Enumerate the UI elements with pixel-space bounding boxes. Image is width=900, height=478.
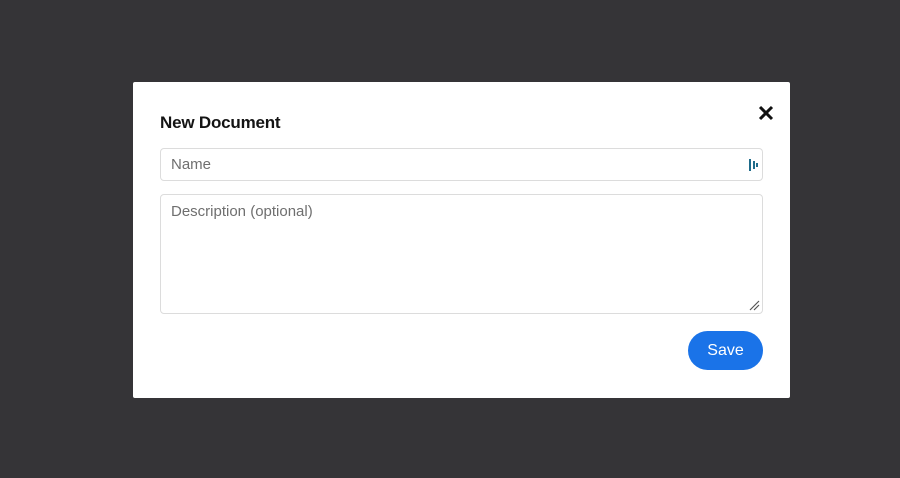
description-field [160, 194, 763, 314]
dialog-title: New Document [160, 113, 281, 132]
name-input[interactable] [161, 149, 762, 180]
name-field [160, 148, 763, 181]
new-document-dialog: New Document Save [133, 82, 790, 398]
close-icon [758, 105, 774, 121]
resize-handle-icon[interactable] [749, 300, 760, 311]
autofill-icon[interactable] [749, 159, 758, 171]
description-input[interactable] [161, 195, 762, 313]
close-button[interactable] [755, 102, 777, 124]
save-button[interactable]: Save [688, 331, 763, 370]
